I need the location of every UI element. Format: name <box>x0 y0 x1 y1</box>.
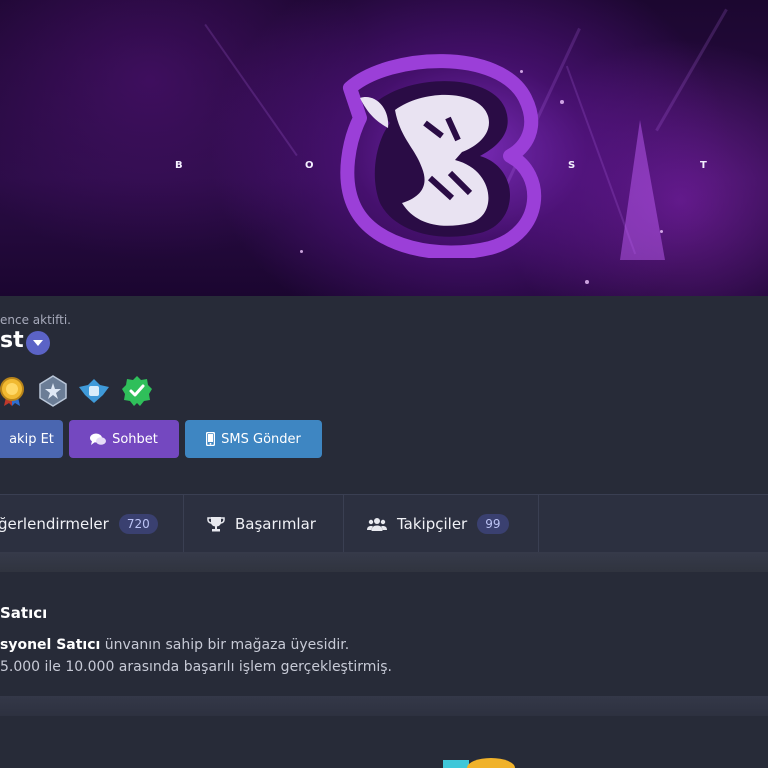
follow-button-label: akip Et <box>9 431 54 447</box>
achievement-badge-icon <box>443 758 515 768</box>
reviews-count-badge: 720 <box>118 514 158 534</box>
seller-level-title: Satıcı <box>0 604 48 622</box>
tab-divider <box>538 495 539 553</box>
sms-button-label: SMS Gönder <box>221 431 301 447</box>
store-name: st <box>0 328 24 353</box>
seller-level-description-text: ünvanın sahip bir mağaza üyesidir. <box>100 637 350 653</box>
section-divider <box>0 552 768 572</box>
green-verified-icon <box>122 376 152 406</box>
users-group-icon <box>367 518 387 531</box>
chat-button[interactable]: Sohbet <box>69 420 179 458</box>
boost-b-logo <box>340 54 542 258</box>
tab-followers[interactable]: Takipçiler 99 <box>367 495 509 553</box>
banner-letter: S <box>568 160 578 171</box>
profile-banner: B O O S T <box>0 0 768 296</box>
gold-medal-icon <box>0 377 24 406</box>
last-active-status: ence aktifti. <box>0 313 71 327</box>
trophy-icon <box>207 517 225 532</box>
tab-achievements-label: Başarımlar <box>235 515 316 533</box>
tab-achievements[interactable]: Başarımlar <box>207 495 316 553</box>
profile-dropdown-button[interactable] <box>26 331 50 355</box>
seller-level-transactions: 5.000 ile 10.000 arasında başarılı işlem… <box>0 659 393 675</box>
chat-bubbles-icon <box>90 433 107 445</box>
profile-tabs: ğerlendirmeler 720 Başarımlar Takipçiler… <box>0 494 768 553</box>
tab-divider <box>343 495 344 553</box>
seller-level-card <box>0 572 768 696</box>
followers-count-badge: 99 <box>477 514 509 534</box>
banner-letter: T <box>700 160 709 171</box>
seller-level-description: syonel Satıcı ünvanın sahip bir mağaza ü… <box>0 637 349 653</box>
section-divider <box>0 696 768 716</box>
seller-level-name: syonel Satıcı <box>0 637 101 653</box>
silver-star-badge-icon <box>39 375 67 407</box>
banner-letter: O <box>305 160 316 171</box>
tab-reviews[interactable]: ğerlendirmeler 720 <box>0 495 158 553</box>
tab-divider <box>183 495 184 553</box>
chat-button-label: Sohbet <box>112 431 158 447</box>
banner-letter: B <box>175 160 185 171</box>
chevron-down-icon <box>33 340 43 346</box>
tab-reviews-label: ğerlendirmeler <box>0 515 109 533</box>
sms-send-button[interactable]: SMS Gönder <box>185 420 322 458</box>
purple-flame-decoration <box>620 120 665 260</box>
mobile-phone-icon <box>206 432 216 446</box>
tab-followers-label: Takipçiler <box>397 515 468 533</box>
follow-button[interactable]: akip Et <box>0 420 63 458</box>
blue-wings-badge-icon <box>79 379 109 403</box>
